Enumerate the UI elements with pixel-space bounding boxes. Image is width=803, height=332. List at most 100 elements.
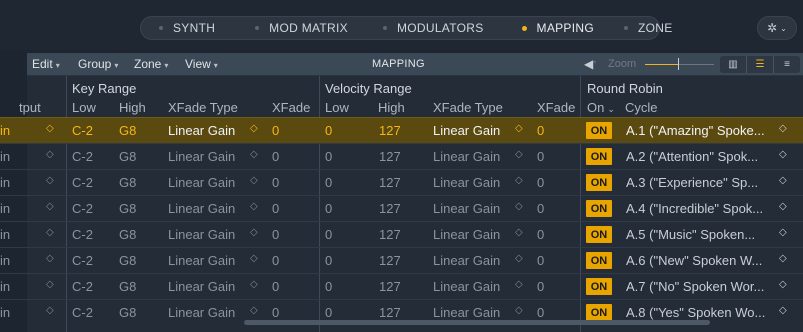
cycle-select[interactable]: A.1 ("Amazing" Spoke... (626, 123, 765, 138)
vel-xfade-type-cell[interactable]: Linear Gain (433, 201, 500, 216)
vel-low-cell[interactable]: 0 (325, 123, 332, 138)
output-cell[interactable]: in (0, 201, 10, 216)
vel-low-cell[interactable]: 0 (325, 227, 332, 242)
vel-high-cell[interactable]: 127 (379, 175, 401, 190)
stepper-icon[interactable]: ◇ (46, 123, 54, 134)
key-low-cell[interactable]: C-2 (72, 279, 93, 294)
output-cell[interactable]: in (0, 253, 10, 268)
stepper-icon[interactable]: ◇ (46, 201, 54, 212)
key-xfade-cell[interactable]: 0 (272, 123, 279, 138)
key-xfade-type-cell[interactable]: Linear Gain (168, 279, 235, 294)
key-xfade-type-cell[interactable]: Linear Gain (168, 149, 235, 164)
vel-xfade-cell[interactable]: 0 (537, 253, 544, 268)
key-xfade-type-cell[interactable]: Linear Gain (168, 123, 235, 138)
vel-low-cell[interactable]: 0 (325, 305, 332, 320)
stepper-icon[interactable]: ◇ (46, 279, 54, 290)
key-low-cell[interactable]: C-2 (72, 123, 93, 138)
vel-xfade-cell[interactable]: 0 (537, 227, 544, 242)
table-row[interactable]: in ◇ C-2 G8 Linear Gain ◇ 0 0 127 Linear… (0, 247, 803, 273)
stepper-icon[interactable]: ◇ (46, 253, 54, 264)
key-xfade-type-cell[interactable]: Linear Gain (168, 175, 235, 190)
stepper-icon[interactable]: ◇ (46, 305, 54, 316)
cycle-select[interactable]: A.3 ("Experience" Sp... (626, 175, 758, 190)
tab-mapping[interactable]: MAPPING (521, 17, 594, 39)
key-low-cell[interactable]: C-2 (72, 149, 93, 164)
stepper-icon[interactable]: ◇ (46, 227, 54, 238)
key-high-cell[interactable]: G8 (119, 149, 136, 164)
vel-low-cell[interactable]: 0 (325, 149, 332, 164)
key-xfade-type-cell[interactable]: Linear Gain (168, 253, 235, 268)
stepper-icon[interactable]: ◇ (515, 123, 523, 134)
vel-high-cell[interactable]: 127 (379, 227, 401, 242)
vel-xfade-type-cell[interactable]: Linear Gain (433, 227, 500, 242)
group-menu[interactable]: Group ▾ (78, 57, 118, 71)
stepper-icon[interactable]: ◇ (779, 305, 787, 316)
vel-high-cell[interactable]: 127 (379, 149, 401, 164)
vel-low-cell[interactable]: 0 (325, 175, 332, 190)
vel-xfade-type-cell[interactable]: Linear Gain (433, 305, 500, 320)
output-cell[interactable]: in (0, 123, 10, 138)
column-header-output[interactable]: tput (19, 100, 41, 115)
stepper-icon[interactable]: ◇ (250, 175, 258, 186)
vel-xfade-cell[interactable]: 0 (537, 123, 544, 138)
vel-xfade-cell[interactable]: 0 (537, 305, 544, 320)
cycle-select[interactable]: A.4 ("Incredible" Spok... (626, 201, 763, 216)
vel-xfade-type-cell[interactable]: Linear Gain (433, 175, 500, 190)
vel-xfade-cell[interactable]: 0 (537, 279, 544, 294)
vel-high-cell[interactable]: 127 (379, 201, 401, 216)
table-row[interactable]: in ◇ C-2 G8 Linear Gain ◇ 0 0 127 Linear… (0, 143, 803, 169)
column-header-vel-xfade[interactable]: XFade (537, 100, 575, 115)
round-robin-on-toggle[interactable]: ON (586, 148, 612, 165)
column-header-vel-xfade-type[interactable]: XFade Type (433, 100, 503, 115)
key-low-cell[interactable]: C-2 (72, 227, 93, 242)
key-xfade-type-cell[interactable]: Linear Gain (168, 201, 235, 216)
tab-synth[interactable]: SYNTH (159, 17, 215, 39)
vel-low-cell[interactable]: 0 (325, 279, 332, 294)
key-low-cell[interactable]: C-2 (72, 201, 93, 216)
stepper-icon[interactable]: ◇ (250, 123, 258, 134)
key-xfade-type-cell[interactable]: Linear Gain (168, 305, 235, 320)
table-row[interactable]: in ◇ C-2 G8 Linear Gain ◇ 0 0 127 Linear… (0, 117, 803, 143)
round-robin-on-toggle[interactable]: ON (586, 278, 612, 295)
output-cell[interactable]: in (0, 149, 10, 164)
vel-xfade-cell[interactable]: 0 (537, 149, 544, 164)
list-view-icon[interactable]: ☰ (746, 56, 773, 73)
column-header-rr-cycle[interactable]: Cycle (625, 100, 658, 115)
vel-high-cell[interactable]: 127 (379, 305, 401, 320)
key-high-cell[interactable]: G8 (119, 253, 136, 268)
round-robin-on-toggle[interactable]: ON (586, 252, 612, 269)
column-header-key-xfade-type[interactable]: XFade Type (168, 100, 238, 115)
settings-button[interactable]: ✲ ⌄ (757, 16, 797, 40)
key-high-cell[interactable]: G8 (119, 279, 136, 294)
stepper-icon[interactable]: ◇ (515, 227, 523, 238)
vel-xfade-type-cell[interactable]: Linear Gain (433, 279, 500, 294)
key-xfade-cell[interactable]: 0 (272, 305, 279, 320)
column-header-key-high[interactable]: High (119, 100, 146, 115)
round-robin-on-toggle[interactable]: ON (586, 122, 612, 139)
view-menu[interactable]: View ▾ (185, 57, 218, 71)
round-robin-on-toggle[interactable]: ON (586, 226, 612, 243)
table-row[interactable]: in ◇ C-2 G8 Linear Gain ◇ 0 0 127 Linear… (0, 195, 803, 221)
stepper-icon[interactable]: ◇ (515, 149, 523, 160)
vel-xfade-type-cell[interactable]: Linear Gain (433, 253, 500, 268)
stepper-icon[interactable]: ◇ (779, 227, 787, 238)
key-xfade-cell[interactable]: 0 (272, 227, 279, 242)
table-row[interactable]: in ◇ C-2 G8 Linear Gain ◇ 0 0 127 Linear… (0, 221, 803, 247)
stepper-icon[interactable]: ◇ (779, 201, 787, 212)
key-xfade-cell[interactable]: 0 (272, 149, 279, 164)
zoom-slider-handle[interactable] (678, 58, 679, 70)
stepper-icon[interactable]: ◇ (250, 149, 258, 160)
cycle-select[interactable]: A.7 ("No" Spoken Wor... (626, 279, 764, 294)
hybrid-view-icon[interactable]: ≡ (773, 56, 800, 73)
key-xfade-cell[interactable]: 0 (272, 253, 279, 268)
table-row[interactable]: in ◇ C-2 G8 Linear Gain ◇ 0 0 127 Linear… (0, 169, 803, 195)
cycle-select[interactable]: A.8 ("Yes" Spoken Wo... (626, 305, 765, 320)
vel-high-cell[interactable]: 127 (379, 279, 401, 294)
cycle-select[interactable]: A.2 ("Attention" Spok... (626, 149, 758, 164)
key-low-cell[interactable]: C-2 (72, 253, 93, 268)
stepper-icon[interactable]: ◇ (779, 123, 787, 134)
column-header-rr-on[interactable]: On ⌄ (587, 100, 615, 115)
edit-menu[interactable]: Edit ▾ (32, 57, 60, 71)
key-low-cell[interactable]: C-2 (72, 175, 93, 190)
output-cell[interactable]: in (0, 305, 10, 320)
